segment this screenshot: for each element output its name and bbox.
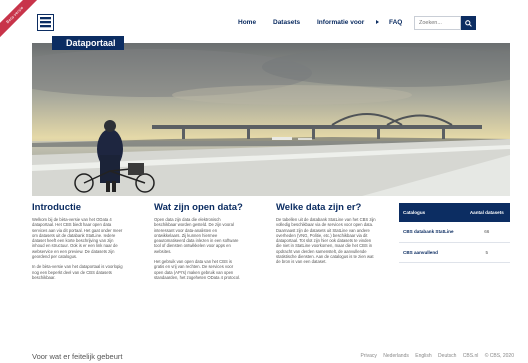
footer-links: Privacy Nederlands English Deutsch CBS.n… (355, 353, 514, 359)
top-nav: Home Datasets Informatie voor FAQ (0, 16, 528, 30)
catalog-name[interactable]: CBS databank StatLine (399, 222, 464, 243)
open-data-heading: Wat zijn open data? (154, 202, 243, 213)
nav-informatie-voor[interactable]: Informatie voor (317, 19, 364, 26)
open-data-section: Wat zijn open data? Open data zijn data … (154, 202, 243, 285)
which-data-paragraph: De tabellen uit de databank StatLine van… (276, 217, 376, 265)
beta-ribbon-wrap: Beta-versie (0, 0, 44, 44)
which-data-heading: Welke data zijn er? (276, 202, 362, 213)
table-row[interactable]: CBS aanvullend 5 (399, 242, 510, 263)
catalog-name[interactable]: CBS aanvullend (399, 242, 464, 263)
catalog-count: 66 (463, 222, 510, 243)
open-data-paragraph-2: Het gebruik van open data van het CBS is… (154, 259, 241, 280)
beta-ribbon: Beta-versie (0, 0, 44, 44)
table-header-row: Catalogus Aantal datasets (399, 203, 510, 222)
catalog-table: Catalogus Aantal datasets CBS databank S… (399, 203, 510, 263)
intro-paragraph-2: In de bèta-versie van het dataportaal is… (32, 264, 123, 280)
search-input[interactable] (414, 16, 461, 30)
header-aantal-datasets: Aantal datasets (463, 203, 510, 222)
search-button[interactable] (461, 16, 476, 30)
which-data-section: Welke data zijn er? De tabellen uit de d… (276, 202, 376, 270)
footer-link-deutsch[interactable]: Deutsch (438, 353, 456, 359)
intro-section: Introductie Welkom bij de bèta-versie va… (32, 202, 124, 285)
header-catalogus: Catalogus (399, 203, 464, 222)
intro-heading: Introductie (32, 202, 82, 213)
catalog-count: 5 (463, 242, 510, 263)
nav-home[interactable]: Home (238, 19, 256, 26)
nav-faq[interactable]: FAQ (389, 19, 402, 26)
intro-paragraph-1: Welkom bij de bèta-versie van het OData … (32, 217, 123, 260)
footer-link-privacy[interactable]: Privacy (360, 353, 376, 359)
nav-datasets[interactable]: Datasets (273, 19, 300, 26)
footer-slogan: Voor wat er feitelijk gebeurt (32, 352, 123, 361)
table-row[interactable]: CBS databank StatLine 66 (399, 222, 510, 243)
search-icon (465, 19, 472, 27)
footer-link-cbs[interactable]: CBS.nl (463, 353, 479, 359)
hero-image (32, 43, 510, 196)
footer-link-nederlands[interactable]: Nederlands (383, 353, 409, 359)
footer-link-english[interactable]: English (415, 353, 431, 359)
open-data-paragraph-1: Open data zijn data die elektronisch bes… (154, 217, 239, 254)
caret-right-icon[interactable] (376, 20, 379, 24)
brand-title[interactable]: Dataportaal (52, 36, 124, 50)
footer-copyright: © CBS, 2020 (484, 353, 514, 359)
